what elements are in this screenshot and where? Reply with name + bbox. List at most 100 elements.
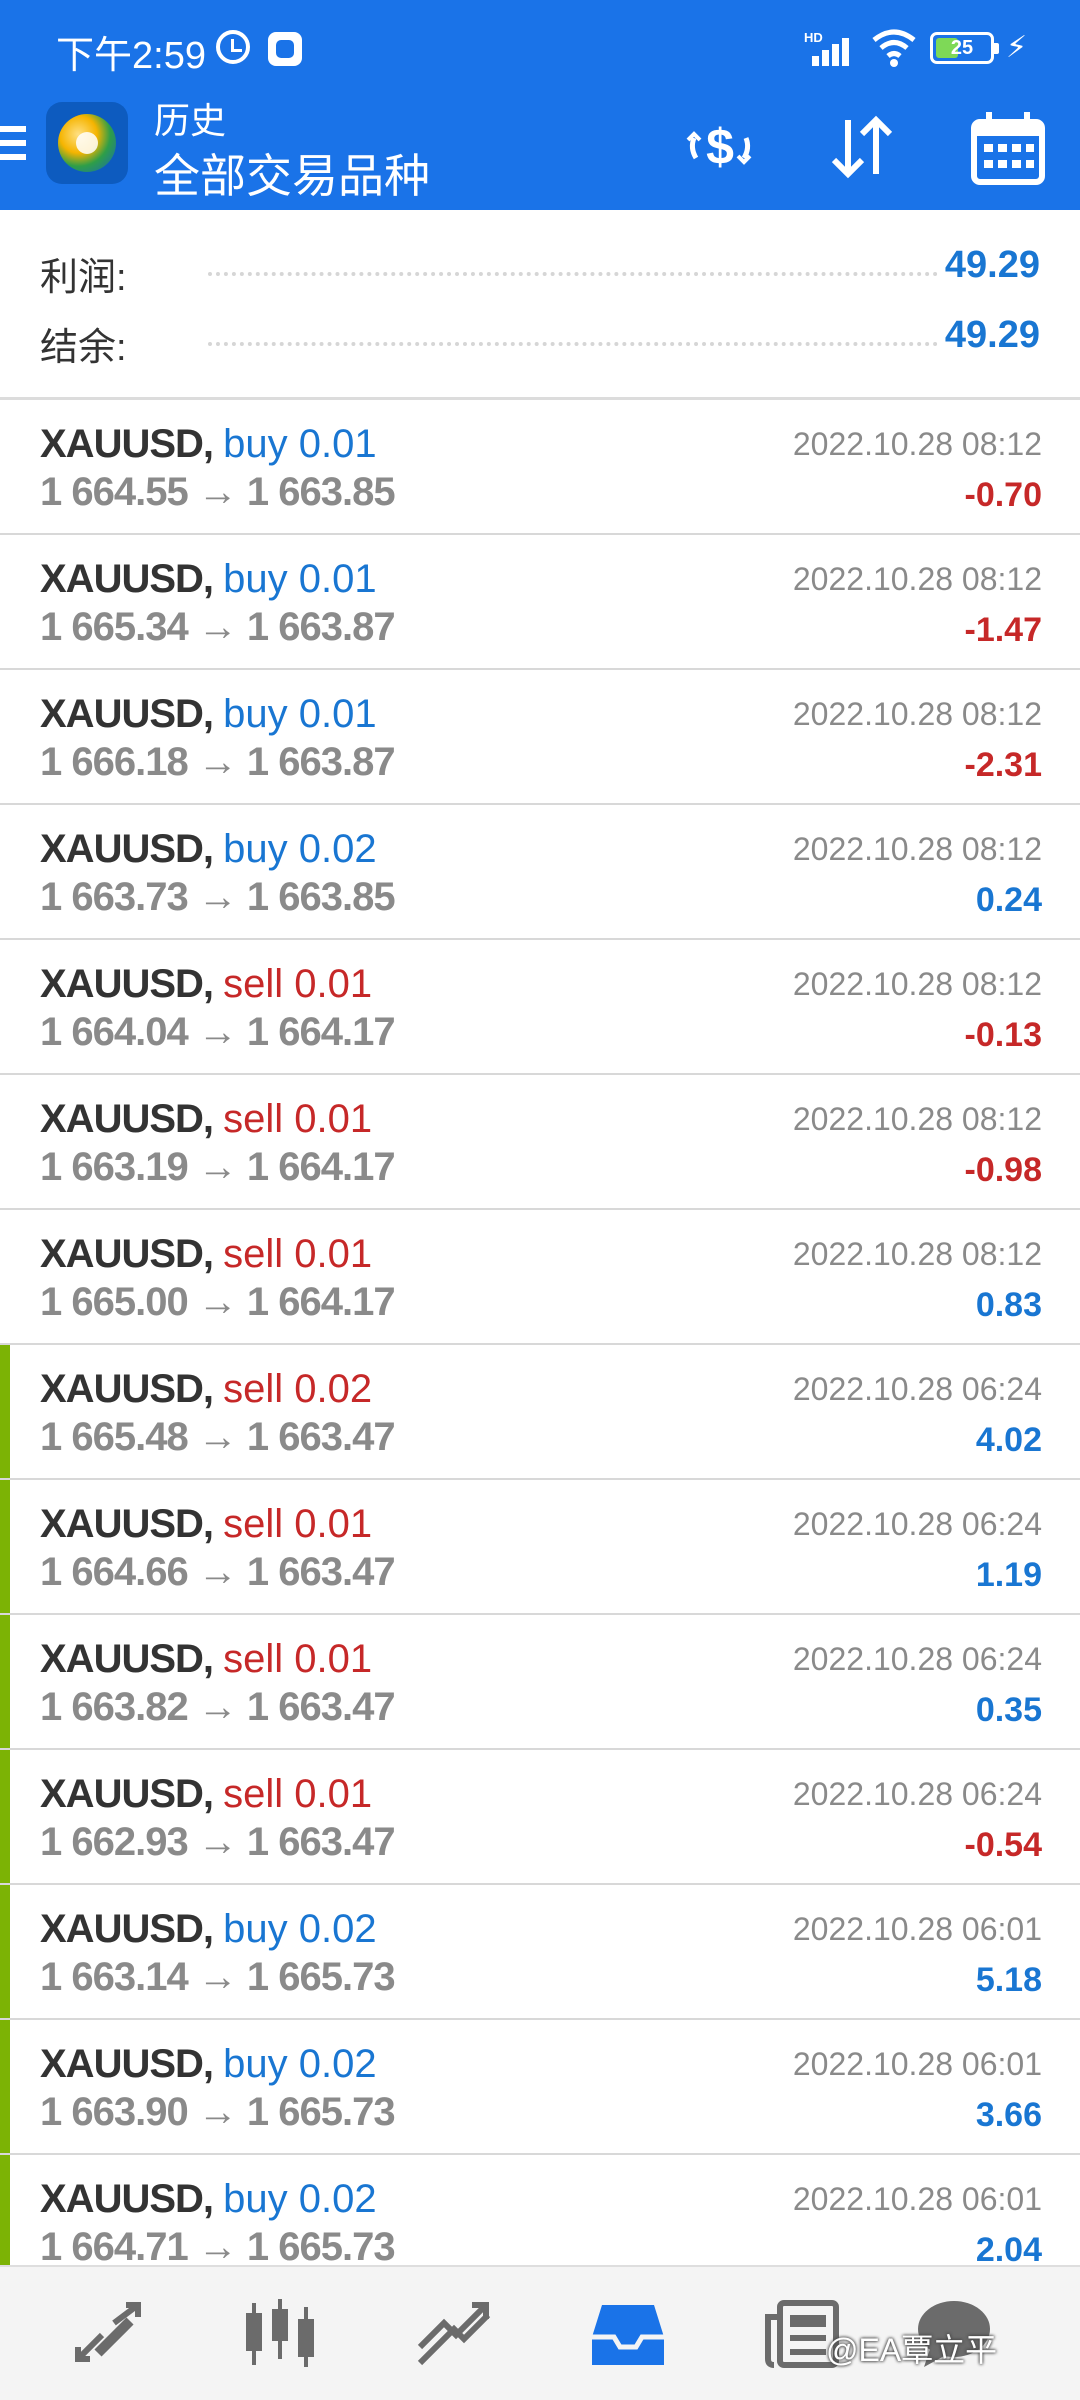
- trade-datetime: 2022.10.28 06:24: [792, 1641, 1042, 1677]
- profit-label: 利润:: [40, 257, 127, 299]
- trade-profit: -0.13: [964, 1016, 1043, 1054]
- calendar-icon[interactable]: [968, 108, 1048, 188]
- signal-icon: [812, 34, 858, 66]
- trade-title: XAUUSD, buy 0.02: [40, 2042, 377, 2087]
- notification-app-icon: [268, 32, 302, 66]
- trade-type: sell 0.01: [223, 962, 373, 1006]
- trade-symbol: XAUUSD,: [40, 827, 214, 871]
- trade-icon[interactable]: [414, 2297, 494, 2371]
- app-header: 下午2:59 HD 25 ⚡ 历史 全部交易品种 $: [0, 0, 1080, 210]
- trade-row[interactable]: XAUUSD, sell 0.01 1 664.66 → 1 663.47 2022…: [0, 1480, 1080, 1615]
- trade-title: XAUUSD, buy 0.02: [40, 1907, 377, 1952]
- trade-prices: 1 664.66 → 1 663.47: [40, 1550, 396, 1594]
- trade-history-list[interactable]: XAUUSD, buy 0.01 1 664.55 → 1 663.85 2022.…: [0, 400, 1080, 2265]
- trade-row[interactable]: XAUUSD, sell 0.02 1 665.48 → 1 663.47 2022…: [0, 1345, 1080, 1480]
- trade-symbol: XAUUSD,: [40, 1232, 214, 1276]
- chart-icon[interactable]: [240, 2297, 320, 2371]
- sort-icon[interactable]: [822, 108, 902, 188]
- trade-datetime: 2022.10.28 08:12: [792, 426, 1042, 462]
- trade-symbol: XAUUSD,: [40, 1637, 214, 1681]
- trade-datetime: 2022.10.28 08:12: [792, 831, 1042, 867]
- trade-profit: -0.54: [964, 1826, 1043, 1864]
- trade-title: XAUUSD, buy 0.01: [40, 692, 377, 737]
- trade-profit: -0.98: [964, 1151, 1043, 1189]
- charging-icon: ⚡: [1006, 31, 1028, 64]
- trade-symbol: XAUUSD,: [40, 1502, 214, 1546]
- trade-title: XAUUSD, sell 0.02: [40, 1367, 372, 1412]
- trade-row[interactable]: XAUUSD, buy 0.02 1 663.14 → 1 665.73 2022.…: [0, 1885, 1080, 2020]
- trade-type: buy 0.02: [223, 2042, 377, 2086]
- trade-row[interactable]: XAUUSD, buy 0.01 1 664.55 → 1 663.85 2022.…: [0, 400, 1080, 535]
- battery-level: 25: [950, 37, 974, 59]
- trade-symbol: XAUUSD,: [40, 422, 214, 466]
- balance-value: 49.29: [944, 314, 1040, 356]
- quotes-icon[interactable]: [68, 2297, 148, 2371]
- dotted-leader: [208, 342, 938, 346]
- trade-type: sell 0.01: [223, 1232, 373, 1276]
- trade-row[interactable]: XAUUSD, sell 0.01 1 665.00 → 1 664.17 2022…: [0, 1210, 1080, 1345]
- battery-icon: 25: [930, 32, 999, 64]
- page-title[interactable]: 全部交易品种: [154, 140, 430, 206]
- trade-type: sell 0.02: [223, 1367, 373, 1411]
- trade-datetime: 2022.10.28 06:01: [792, 2181, 1042, 2217]
- trade-datetime: 2022.10.28 06:01: [792, 2046, 1042, 2082]
- bottom-navigation: @EA覃立平: [0, 2265, 1080, 2400]
- trade-prices: 1 664.04 → 1 664.17: [40, 1010, 396, 1054]
- menu-icon[interactable]: [0, 126, 26, 166]
- trade-row[interactable]: XAUUSD, sell 0.01 1 663.19 → 1 664.17 2022…: [0, 1075, 1080, 1210]
- trade-type: buy 0.01: [223, 557, 377, 601]
- trade-row[interactable]: XAUUSD, buy 0.01 1 666.18 → 1 663.87 2022.…: [0, 670, 1080, 805]
- trade-type: buy 0.02: [223, 2177, 377, 2221]
- trade-profit: 2.04: [975, 2231, 1042, 2265]
- app-logo: [46, 102, 128, 184]
- trade-profit: -0.70: [964, 476, 1043, 514]
- trade-title: XAUUSD, buy 0.01: [40, 422, 377, 467]
- trade-datetime: 2022.10.28 08:12: [792, 1236, 1042, 1272]
- trade-title: XAUUSD, sell 0.01: [40, 1637, 372, 1682]
- trade-row[interactable]: XAUUSD, sell 0.01 1 663.82 → 1 663.47 2022…: [0, 1615, 1080, 1750]
- trade-title: XAUUSD, sell 0.01: [40, 962, 372, 1007]
- trade-profit: -1.47: [964, 611, 1043, 649]
- summary-panel: 利润: 49.29 结余: 49.29: [0, 210, 1080, 400]
- trade-row[interactable]: XAUUSD, buy 0.02 1 663.73 → 1 663.85 2022.…: [0, 805, 1080, 940]
- trade-row[interactable]: XAUUSD, buy 0.02 1 664.71 → 1 665.73 2022.…: [0, 2155, 1080, 2265]
- trade-row[interactable]: XAUUSD, sell 0.01 1 662.93 → 1 663.47 2022…: [0, 1750, 1080, 1885]
- trade-prices: 1 663.73 → 1 663.85: [40, 875, 396, 919]
- trade-type: sell 0.01: [223, 1637, 373, 1681]
- trade-prices: 1 664.55 → 1 663.85: [40, 470, 396, 514]
- toolbar: 历史 全部交易品种 $: [0, 92, 1080, 210]
- profit-row: 利润: 49.29: [40, 238, 1040, 299]
- history-icon[interactable]: [588, 2297, 668, 2371]
- profit-value: 49.29: [944, 244, 1040, 286]
- balance-row: 结余: 49.29: [40, 308, 1040, 369]
- trade-type: buy 0.01: [223, 422, 377, 466]
- trade-prices: 1 665.00 → 1 664.17: [40, 1280, 396, 1324]
- trade-title: XAUUSD, sell 0.01: [40, 1232, 372, 1277]
- trade-symbol: XAUUSD,: [40, 2042, 214, 2086]
- watermark-text: @EA覃立平: [826, 2332, 998, 2368]
- trade-row[interactable]: XAUUSD, buy 0.02 1 663.90 → 1 665.73 2022.…: [0, 2020, 1080, 2155]
- wifi-icon: [872, 29, 916, 67]
- trade-row[interactable]: XAUUSD, sell 0.01 1 664.04 → 1 664.17 2022…: [0, 940, 1080, 1075]
- trade-title: XAUUSD, buy 0.02: [40, 827, 377, 872]
- trade-datetime: 2022.10.28 08:12: [792, 966, 1042, 1002]
- trade-datetime: 2022.10.28 06:24: [792, 1371, 1042, 1407]
- trade-title: XAUUSD, buy 0.02: [40, 2177, 377, 2222]
- trade-prices: 1 666.18 → 1 663.87: [40, 740, 396, 784]
- page-subtitle: 历史: [154, 100, 227, 141]
- status-time: 下午2:59: [56, 35, 206, 77]
- trade-prices: 1 662.93 → 1 663.47: [40, 1820, 396, 1864]
- trade-type: buy 0.01: [223, 692, 377, 736]
- trade-type: sell 0.01: [223, 1772, 373, 1816]
- trade-profit: 4.02: [975, 1421, 1042, 1459]
- trade-row[interactable]: XAUUSD, buy 0.01 1 665.34 → 1 663.87 2022.…: [0, 535, 1080, 670]
- trade-symbol: XAUUSD,: [40, 962, 214, 1006]
- trade-datetime: 2022.10.28 06:24: [792, 1506, 1042, 1542]
- trade-symbol: XAUUSD,: [40, 557, 214, 601]
- currency-filter-icon[interactable]: $: [680, 108, 760, 188]
- trade-datetime: 2022.10.28 06:24: [792, 1776, 1042, 1812]
- trade-datetime: 2022.10.28 06:01: [792, 1911, 1042, 1947]
- trade-profit: 5.18: [975, 1961, 1042, 1999]
- trade-prices: 1 665.34 → 1 663.87: [40, 605, 396, 649]
- trade-prices: 1 665.48 → 1 663.47: [40, 1415, 396, 1459]
